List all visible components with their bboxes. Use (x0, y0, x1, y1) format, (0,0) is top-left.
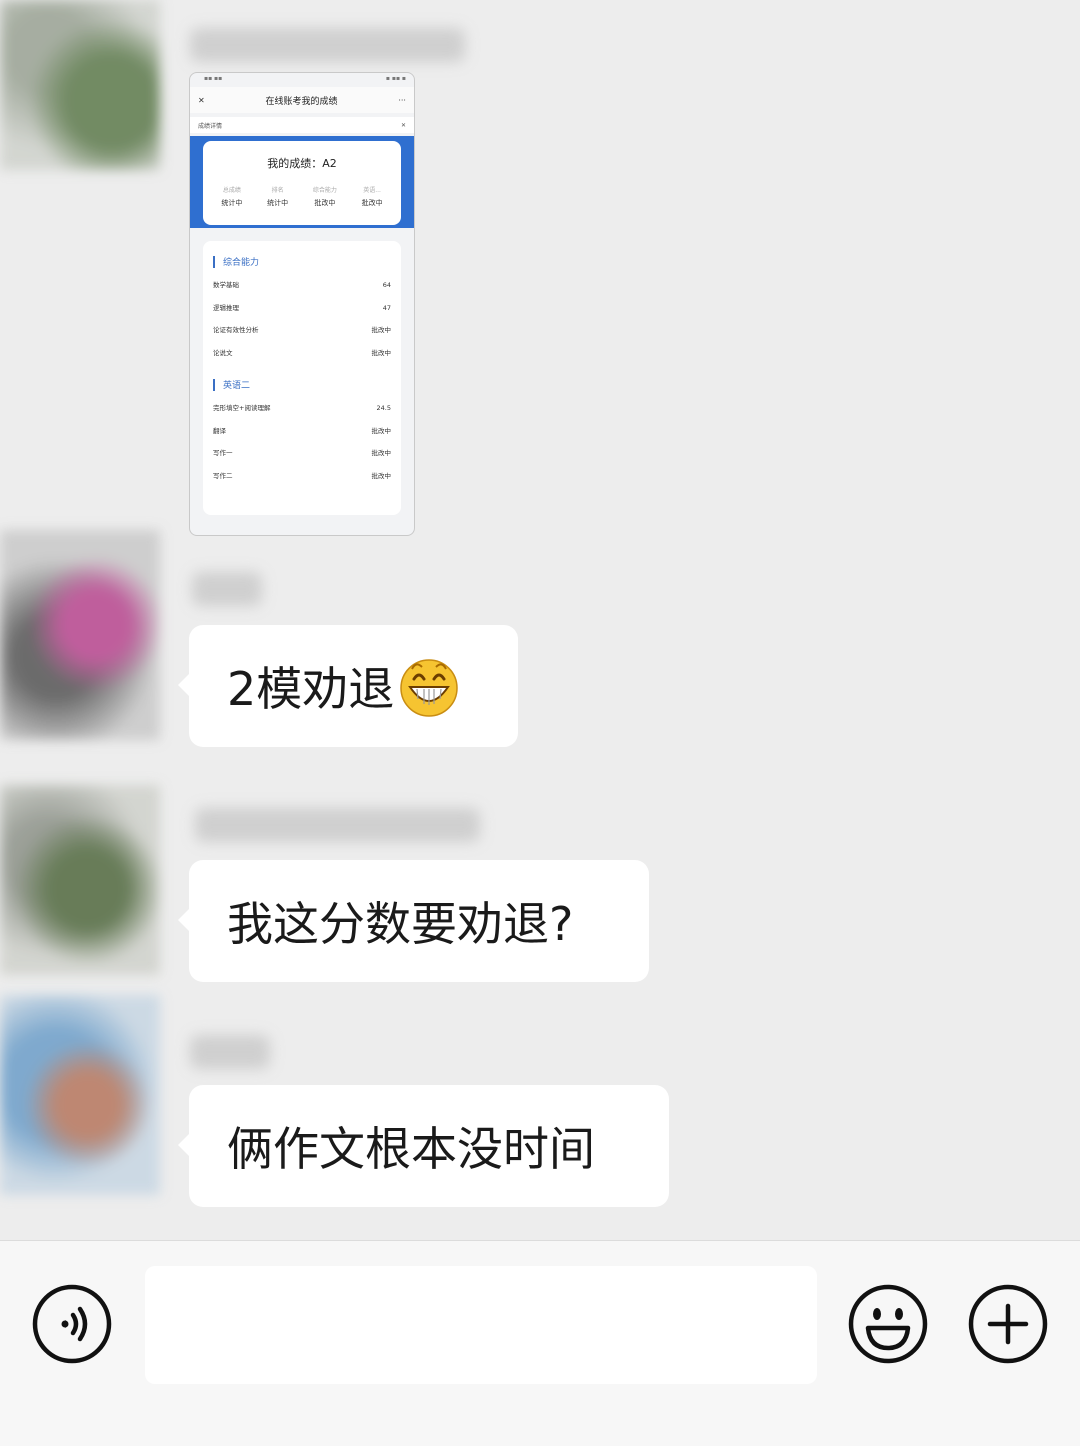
score-row: 完形填空+阅读理解 24.5 (213, 404, 391, 412)
sender-name (192, 572, 262, 606)
score-row: 论证有效性分析 批改中 (213, 326, 391, 334)
avatar[interactable] (0, 995, 160, 1195)
score-detail-card: 综合能力 数学基础 64 逻辑推理 47 论证有效性分析 批改中 论说文 批改中 英语二… (203, 241, 401, 515)
mini-window-title: 在线账考我的成绩 (265, 96, 338, 107)
message-bubble[interactable]: 我这分数要劝退? (178, 860, 649, 982)
message-text: 我这分数要劝退? (227, 897, 574, 951)
close-icon: ✕ (198, 95, 205, 105)
score-row: 逻辑推理 47 (213, 303, 391, 312)
plus-icon[interactable] (968, 1284, 1048, 1364)
shared-screenshot-image[interactable]: ▪▪ ▪▪ ▪ ▪▪ ▪ ✕ 在线账考我的成绩 ··· 成绩详情 ✕ 我的成绩：A… (189, 72, 415, 536)
sender-name (190, 1035, 270, 1069)
score-row: 写作一 批改中 (213, 449, 391, 457)
sender-name (190, 28, 465, 62)
summary-col: 排名 统计中 (267, 187, 289, 207)
grade-label: 我的成绩：A2 (267, 157, 337, 170)
voice-icon[interactable] (32, 1284, 112, 1364)
message-text: 俩作文根本没时间 (227, 1122, 595, 1176)
section-title: 英语二 (213, 378, 391, 391)
score-row: 数学基础 64 (213, 281, 391, 289)
mini-titlebar: ✕ 在线账考我的成绩 ··· (190, 87, 414, 113)
avatar[interactable] (0, 785, 160, 975)
message-input[interactable] (145, 1266, 817, 1384)
message-bubble[interactable]: 俩作文根本没时间 (178, 1085, 669, 1207)
score-row: 写作二 批改中 (213, 471, 391, 480)
status-bar: ▪▪ ▪▪ ▪ ▪▪ ▪ (204, 75, 406, 82)
summary-col: 总成绩 统计中 (221, 187, 243, 207)
emoji-icon[interactable] (848, 1284, 928, 1364)
message-bubble[interactable]: 2模劝退 (178, 625, 518, 747)
sender-name (195, 808, 480, 842)
close-icon: ✕ (400, 121, 406, 129)
avatar[interactable] (0, 530, 160, 740)
score-row: 论说文 批改中 (213, 348, 391, 357)
grade-card: 我的成绩：A2 总成绩 统计中 排名 统计中 综合能力 批改中 英语... 批改中 (203, 141, 401, 225)
message-text: 2模劝退 (227, 662, 395, 716)
score-row: 翻译 批改中 (213, 426, 391, 435)
summary-col: 综合能力 批改中 (312, 187, 337, 207)
grinning-face-icon (398, 655, 460, 717)
summary-col: 英语... 批改中 (361, 187, 383, 207)
mini-subbar: 成绩详情 ✕ (190, 117, 414, 133)
more-icon: ··· (398, 95, 406, 105)
mini-sub-header: 成绩详情 (198, 122, 223, 130)
avatar[interactable] (0, 0, 160, 170)
section-title: 综合能力 (213, 255, 391, 268)
